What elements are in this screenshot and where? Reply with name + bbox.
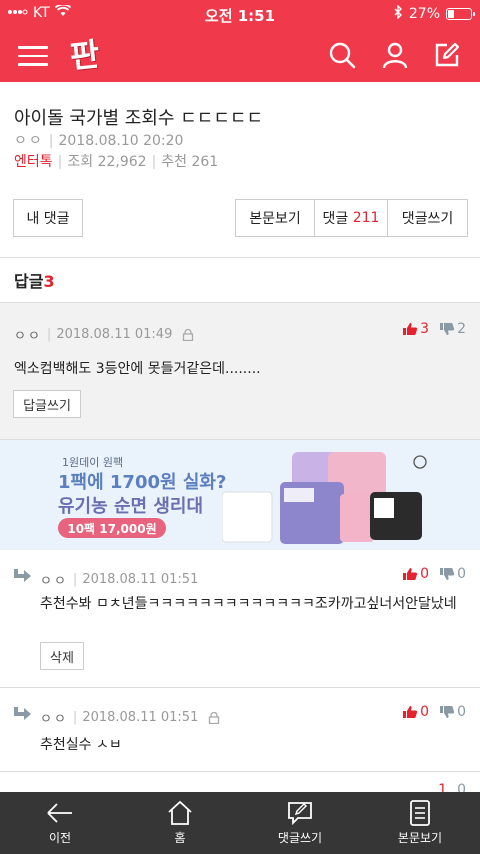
home-icon	[168, 800, 192, 825]
thumbs-up-icon	[403, 568, 418, 580]
post-date: 2018.08.10 20:20	[58, 133, 184, 149]
section-divider	[0, 257, 480, 258]
downvote-button[interactable]: 0	[439, 566, 466, 582]
comment-text: 추천실수 ㅅㅂ	[40, 737, 122, 753]
bottom-nav: 이전 홈 댓글쓰기 본문보기	[0, 792, 480, 854]
comments-label: 댓글	[322, 211, 349, 227]
comment-text: 추천수봐 ㅁㅊ년들ㅋㅋㅋㅋㅋㅋㅋㅋㅋㅋㅋㅋㅋ조카까고싶너서안달났네	[40, 596, 457, 612]
user-icon[interactable]	[381, 41, 409, 69]
menu-icon[interactable]	[18, 42, 48, 68]
comment-text: 엑소컴백해도 3등안에 못들거같은데........	[14, 361, 261, 377]
post-author: ㅇㅇ	[14, 133, 44, 149]
comment-date: 2018.08.11 01:51	[82, 710, 199, 725]
my-comments-button[interactable]: 내 댓글	[13, 199, 83, 237]
comments-count: 211	[352, 210, 380, 226]
ad-product-image	[222, 452, 427, 544]
thumbs-down-icon	[440, 323, 455, 335]
post-views: 조회 22,962	[67, 154, 147, 170]
post-stats: 엔터톡 | 조회 22,962 | 추천 261	[14, 154, 219, 170]
reply-button[interactable]: 답글쓰기	[13, 390, 81, 418]
comment-author: ㅇㅇ	[40, 712, 68, 727]
upvote-button[interactable]: 3	[402, 321, 429, 337]
upvote-button[interactable]: 0	[402, 704, 429, 720]
thumbs-up-icon	[403, 323, 418, 335]
search-icon[interactable]	[328, 41, 356, 69]
nav-back[interactable]: 이전	[0, 792, 120, 854]
reply-comment: ㅇㅇ | 2018.08.11 01:51 0 0 추천수봐 ㅁㅊ년들ㅋㅋㅋㅋㅋㅋㅋ…	[0, 550, 480, 688]
upvote-button[interactable]: 0	[402, 566, 429, 582]
post-category[interactable]: 엔터톡	[14, 154, 53, 170]
lock-icon	[182, 328, 194, 341]
post-meta: ㅇㅇ | 2018.08.10 20:20	[14, 133, 184, 149]
upvote-count: 0	[420, 566, 430, 582]
battery-level	[448, 10, 454, 18]
nav-write-comment-label: 댓글쓰기	[277, 831, 323, 845]
reply-arrow-icon	[14, 707, 31, 720]
post-title: 아이돌 국가별 조회수 ㄷㄷㄷㄷㄷ	[14, 108, 264, 129]
thumbs-up-icon	[403, 706, 418, 718]
thumbs-down-icon	[440, 706, 455, 718]
bluetooth-icon	[394, 4, 403, 23]
post-recommends: 추천 261	[161, 154, 219, 170]
nav-write-comment[interactable]: 댓글쓰기	[240, 792, 360, 854]
back-arrow-icon	[47, 803, 72, 823]
reply-comment: ㅇㅇ | 2018.08.11 01:51 0 0 추천실수 ㅅㅂ	[0, 688, 480, 772]
nav-view-body-label: 본문보기	[397, 831, 443, 845]
battery-percent: 27%	[408, 6, 440, 22]
pann-logo[interactable]: 판	[68, 33, 112, 77]
downvote-count: 0	[457, 704, 466, 720]
reply-arrow-icon	[14, 569, 31, 582]
ad-price-pill: 10팩 17,000원	[58, 518, 166, 538]
comment-date: 2018.08.11 01:49	[56, 327, 173, 342]
comment-actions: 본문보기 댓글 211 댓글쓰기	[235, 199, 468, 237]
replies-count: 3	[43, 272, 55, 291]
write-comment-button[interactable]: 댓글쓰기	[388, 200, 467, 236]
comment-author: ㅇㅇ	[40, 574, 68, 589]
view-body-button[interactable]: 본문보기	[236, 200, 315, 236]
write-post-icon[interactable]	[433, 41, 461, 69]
app-header: 판	[0, 28, 480, 82]
nav-view-body[interactable]: 본문보기	[360, 792, 480, 854]
battery-icon	[446, 8, 475, 20]
nav-back-label: 이전	[48, 831, 72, 845]
thumbs-down-icon	[440, 568, 455, 580]
comments-tab[interactable]: 댓글 211	[315, 200, 388, 236]
delete-button[interactable]: 삭제	[40, 642, 84, 670]
parent-comment: ㅇㅇ | 2018.08.11 01:49 3 2 엑소컴백해도 3등안에 못들거같…	[0, 302, 480, 440]
ad-subheadline: 유기농 순면 생리대	[58, 496, 204, 517]
comment-date: 2018.08.11 01:51	[82, 572, 199, 587]
downvote-count: 2	[457, 321, 466, 337]
status-bar: KT 오전 1:51 27%	[0, 0, 480, 28]
downvote-button[interactable]: 2	[439, 321, 466, 337]
downvote-count: 0	[457, 566, 466, 582]
lock-icon	[208, 711, 220, 724]
document-icon	[410, 800, 430, 826]
ad-headline: 1팩에 1700원 실화?	[58, 472, 227, 493]
ad-banner[interactable]: 1원데이 원팩 1팩에 1700원 실화? 유기농 순면 생리대 10팩 17,…	[0, 440, 480, 550]
comment-author: ㅇㅇ	[14, 329, 42, 344]
nav-home[interactable]: 홈	[120, 792, 240, 854]
downvote-button[interactable]: 0	[439, 704, 466, 720]
nav-home-label: 홈	[174, 831, 186, 845]
replies-heading: 답글3	[14, 268, 55, 292]
upvote-count: 3	[420, 321, 430, 337]
upvote-count: 0	[420, 704, 430, 720]
replies-label: 답글	[14, 272, 44, 291]
write-comment-icon	[288, 802, 312, 826]
